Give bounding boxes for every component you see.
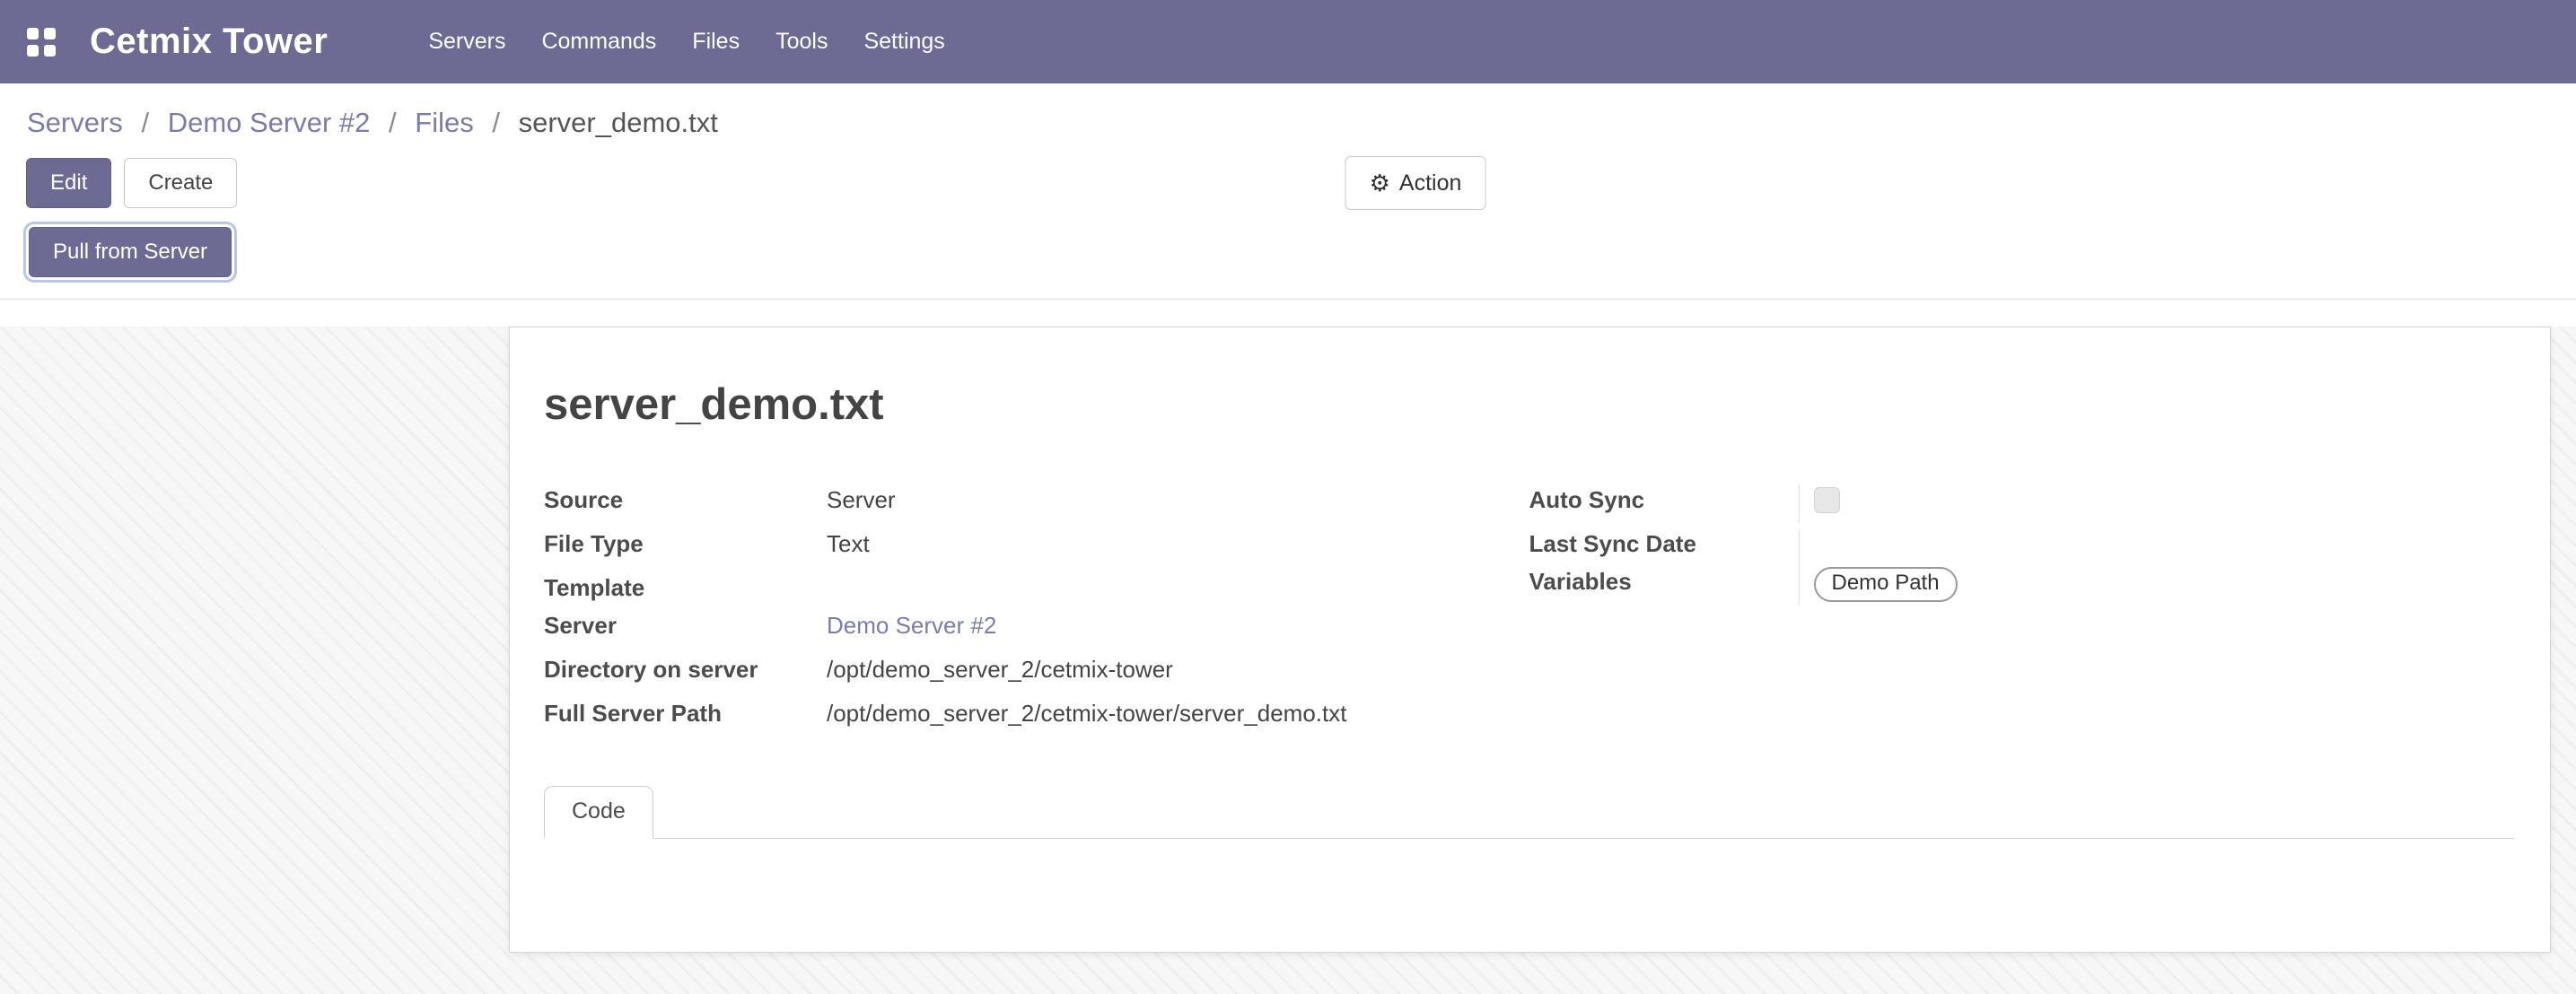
- edit-button[interactable]: Edit: [26, 158, 111, 208]
- field-label-auto-sync: Auto Sync: [1529, 485, 1799, 514]
- field-label-full-path: Full Server Path: [544, 699, 827, 728]
- field-row-file-type: File Type Text: [544, 529, 1529, 573]
- field-label-source: Source: [544, 485, 827, 514]
- tab-content-code: [544, 839, 2514, 937]
- field-row-server: Server Demo Server #2: [544, 611, 1529, 655]
- variable-tag-demo-path: Demo Path: [1814, 567, 1958, 602]
- breadcrumb-separator: /: [492, 107, 500, 138]
- field-label-directory: Directory on server: [544, 655, 827, 684]
- notebook-tab-bar: Code: [544, 786, 2514, 839]
- apps-grid-icon[interactable]: [27, 28, 56, 57]
- breadcrumb-demo-server[interactable]: Demo Server #2: [168, 107, 371, 138]
- field-row-full-path: Full Server Path /opt/demo_server_2/cetm…: [544, 699, 1529, 743]
- field-label-variables: Variables: [1529, 567, 1799, 596]
- field-widget-auto-sync: [1799, 485, 2515, 523]
- field-value-directory: /opt/demo_server_2/cetmix-tower: [827, 655, 1173, 684]
- field-widget-variables: Demo Path: [1799, 567, 2515, 605]
- field-value-full-path: /opt/demo_server_2/cetmix-tower/server_d…: [827, 699, 1346, 728]
- menu-item-settings[interactable]: Settings: [863, 29, 944, 55]
- action-button[interactable]: ⚙ Action: [1345, 156, 1486, 210]
- form-view-background: server_demo.txt Source Server File Type …: [0, 327, 2576, 994]
- breadcrumb-separator: /: [389, 107, 397, 138]
- menu-item-files[interactable]: Files: [692, 29, 740, 55]
- field-value-file-type: Text: [827, 529, 870, 558]
- field-label-server: Server: [544, 611, 827, 640]
- record-title: server_demo.txt: [544, 379, 2514, 430]
- field-label-last-sync: Last Sync Date: [1529, 529, 1799, 558]
- breadcrumb: Servers / Demo Server #2 / Files / serve…: [0, 83, 2576, 150]
- menu-item-tools[interactable]: Tools: [775, 29, 828, 55]
- field-widget-last-sync: [1799, 529, 2515, 567]
- app-brand-title[interactable]: Cetmix Tower: [90, 22, 328, 62]
- field-row-source: Source Server: [544, 485, 1529, 529]
- form-sheet: server_demo.txt Source Server File Type …: [509, 327, 2551, 953]
- control-panel: Edit Create ⚙ Action: [0, 150, 2576, 216]
- field-value-source: Server: [827, 485, 896, 514]
- field-row-auto-sync: Auto Sync: [1529, 485, 2515, 529]
- top-navbar: Cetmix Tower Servers Commands Files Tool…: [0, 0, 2576, 83]
- breadcrumb-current-file: server_demo.txt: [519, 107, 718, 138]
- gear-icon: ⚙: [1370, 171, 1390, 195]
- breadcrumb-separator: /: [141, 107, 149, 138]
- field-groups: Source Server File Type Text Template Se…: [544, 485, 2514, 743]
- form-status-bar: Pull from Server: [0, 216, 2576, 300]
- field-row-last-sync: Last Sync Date: [1529, 529, 2515, 567]
- tab-code[interactable]: Code: [544, 786, 653, 839]
- field-label-file-type: File Type: [544, 529, 827, 558]
- field-group-left: Source Server File Type Text Template Se…: [544, 485, 1529, 743]
- pull-from-server-button[interactable]: Pull from Server: [29, 227, 232, 277]
- create-button[interactable]: Create: [124, 158, 237, 208]
- breadcrumb-files[interactable]: Files: [415, 107, 473, 138]
- breadcrumb-servers[interactable]: Servers: [27, 107, 123, 138]
- field-row-directory: Directory on server /opt/demo_server_2/c…: [544, 655, 1529, 699]
- field-row-template: Template: [544, 573, 1529, 611]
- menu-item-commands[interactable]: Commands: [541, 29, 656, 55]
- main-menu: Servers Commands Files Tools Settings: [428, 29, 944, 55]
- auto-sync-checkbox[interactable]: [1814, 487, 1840, 513]
- action-button-label: Action: [1399, 170, 1461, 196]
- notebook: Code: [544, 786, 2514, 937]
- field-group-right: Auto Sync Last Sync Date Variables Demo …: [1529, 485, 2515, 743]
- field-row-variables: Variables Demo Path: [1529, 567, 2515, 611]
- field-label-template: Template: [544, 573, 827, 602]
- field-value-server-link[interactable]: Demo Server #2: [827, 611, 996, 640]
- menu-item-servers[interactable]: Servers: [428, 29, 505, 55]
